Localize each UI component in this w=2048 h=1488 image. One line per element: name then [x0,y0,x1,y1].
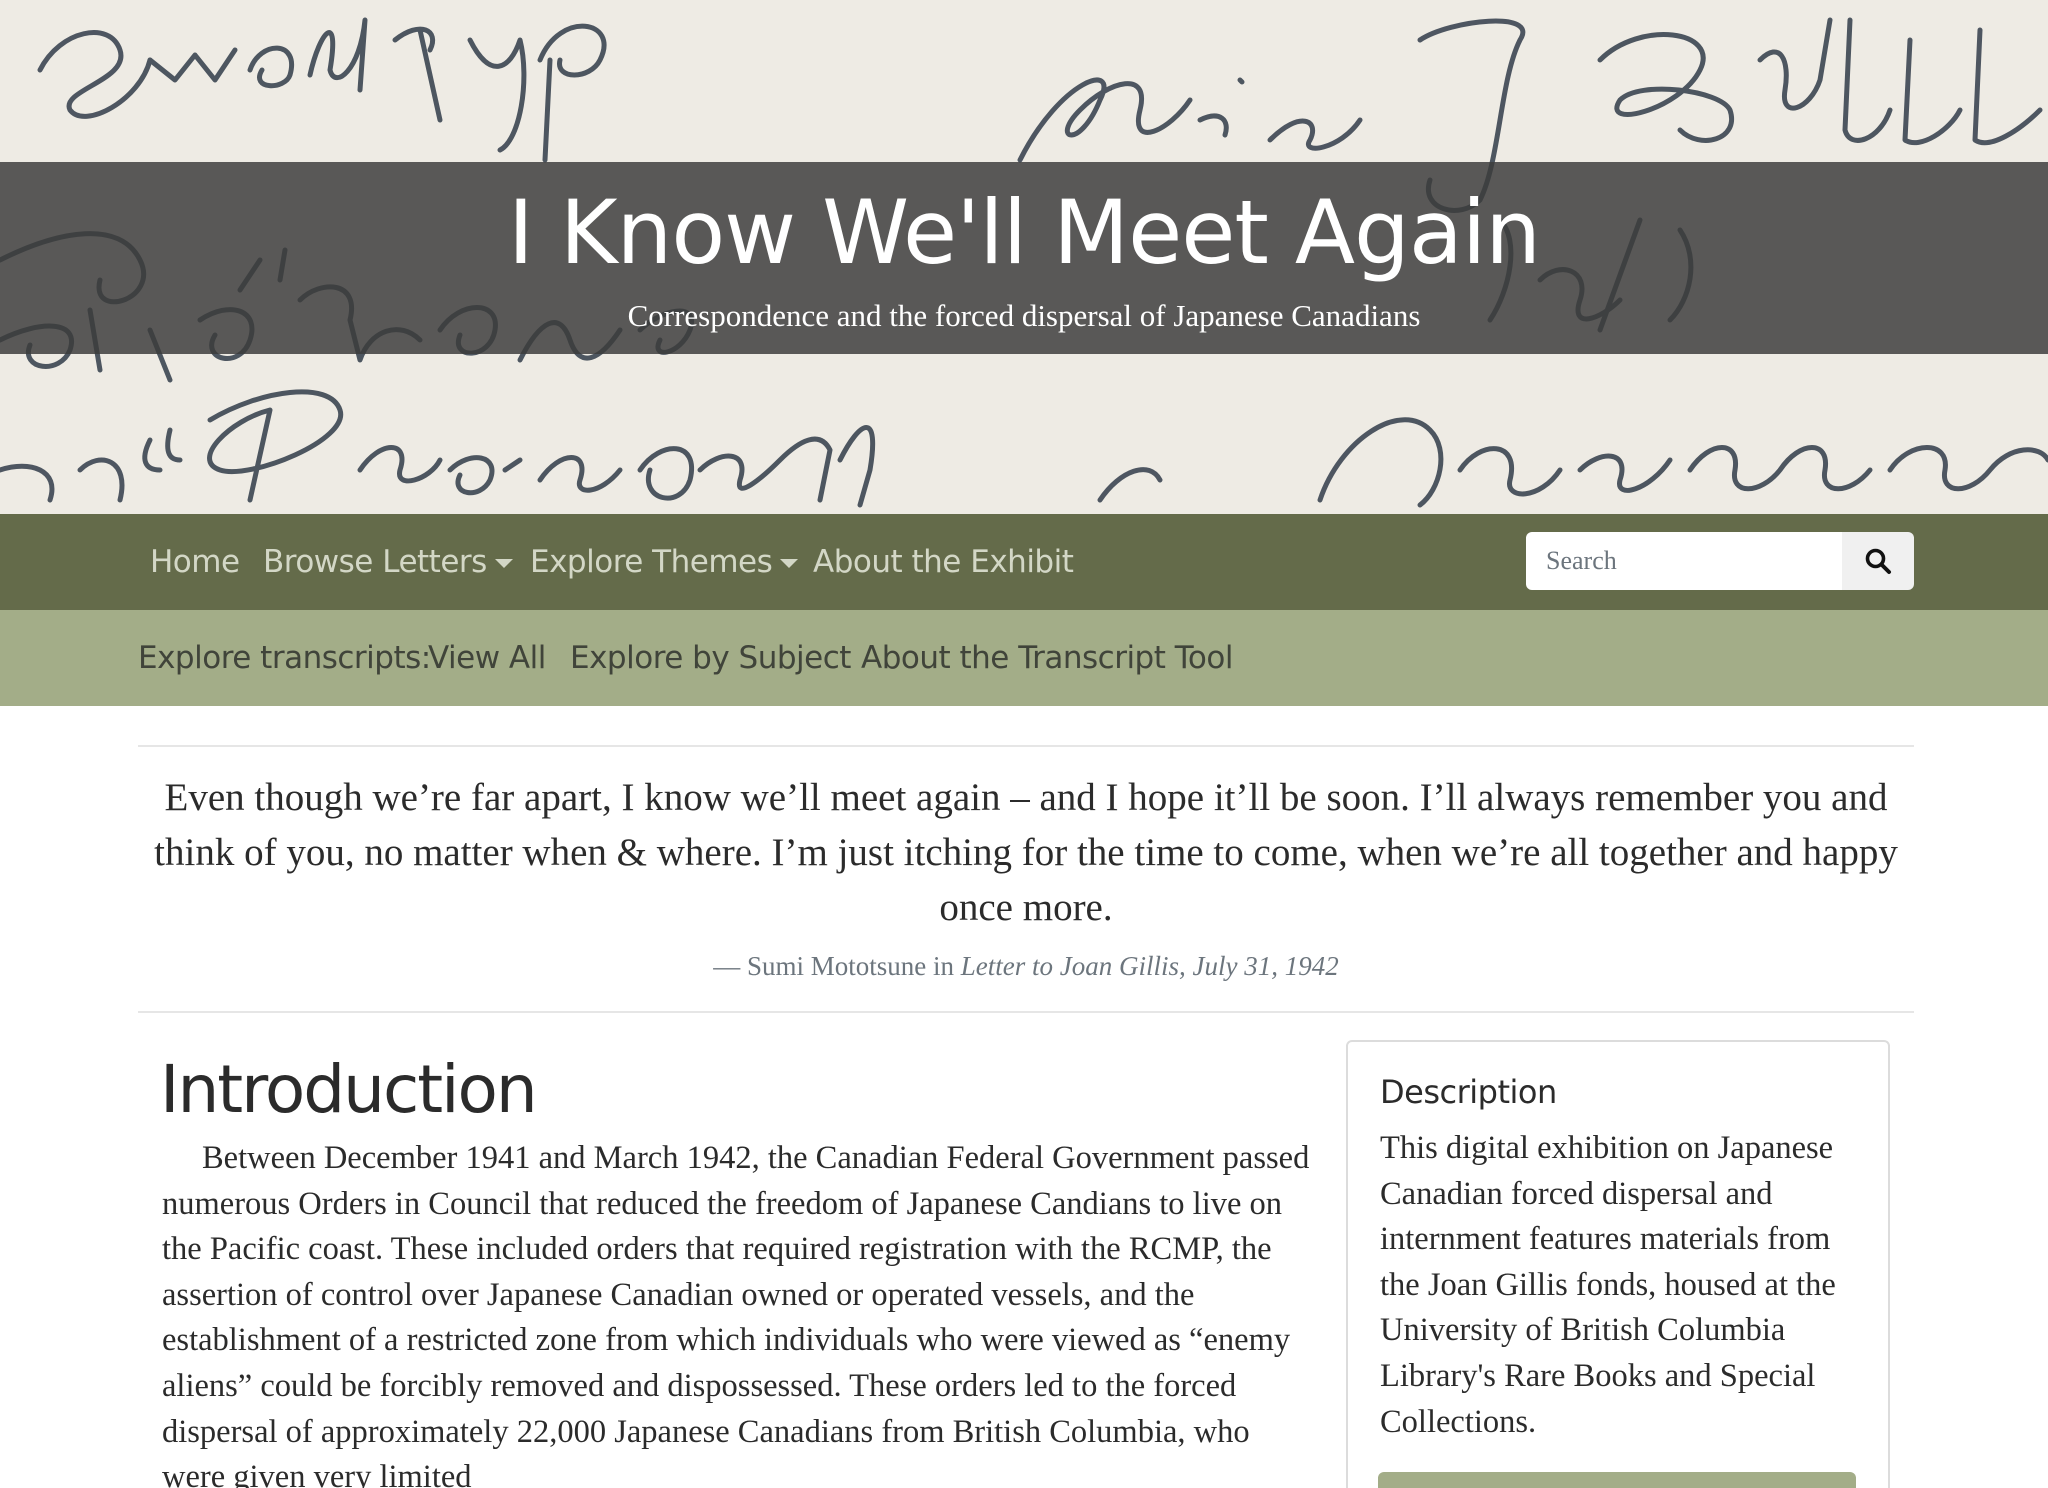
description-body: This digital exhibition on Japanese Cana… [1380,1130,1836,1440]
subnav-prefix-label: Explore transcripts: [138,640,431,676]
introduction-body: Between December 1941 and March 1942, th… [162,1140,1310,1488]
nav-explore-themes-label: Explore Themes [530,544,773,580]
search-icon [1865,548,1891,574]
subnav-about-transcript-tool[interactable]: About the Transcript Tool [861,610,1233,706]
search-input[interactable] [1526,532,1842,590]
description-heading: Description [1380,1073,1557,1111]
featured-quote: Even though we’re far apart, I know we’l… [154,776,1898,929]
divider [138,1011,1914,1013]
site-title[interactable]: I Know We'll Meet Again [0,178,2048,288]
site-subtitle: Correspondence and the forced dispersal … [627,298,1421,333]
nav-about-exhibit[interactable]: About the Exhibit [813,514,1074,610]
divider [138,745,1914,747]
transcript-subnav: Explore transcripts: View All Explore by… [0,610,2048,706]
caret-down-icon [780,559,799,568]
nav-browse-letters-dropdown[interactable]: Browse Letters [263,514,513,610]
description-card-button[interactable] [1378,1472,1856,1488]
search-button[interactable] [1842,532,1914,590]
subnav-view-all[interactable]: View All [428,610,546,706]
quote-author: — Sumi Mototsune in [713,951,955,981]
nav-explore-themes-dropdown[interactable]: Explore Themes [530,514,799,610]
nav-home[interactable]: Home [150,514,240,610]
hero-banner: I Know We'll Meet Again Correspondence a… [0,0,2048,514]
quote-attribution: — Sumi Mototsune in Letter to Joan Gilli… [138,948,1914,984]
nav-browse-letters-label: Browse Letters [263,544,487,580]
caret-down-icon [494,559,513,568]
introduction-heading: Introduction [160,1051,538,1128]
subnav-explore-by-subject[interactable]: Explore by Subject [570,610,851,706]
quote-source: Letter to Joan Gillis, July 31, 1942 [960,951,1339,981]
